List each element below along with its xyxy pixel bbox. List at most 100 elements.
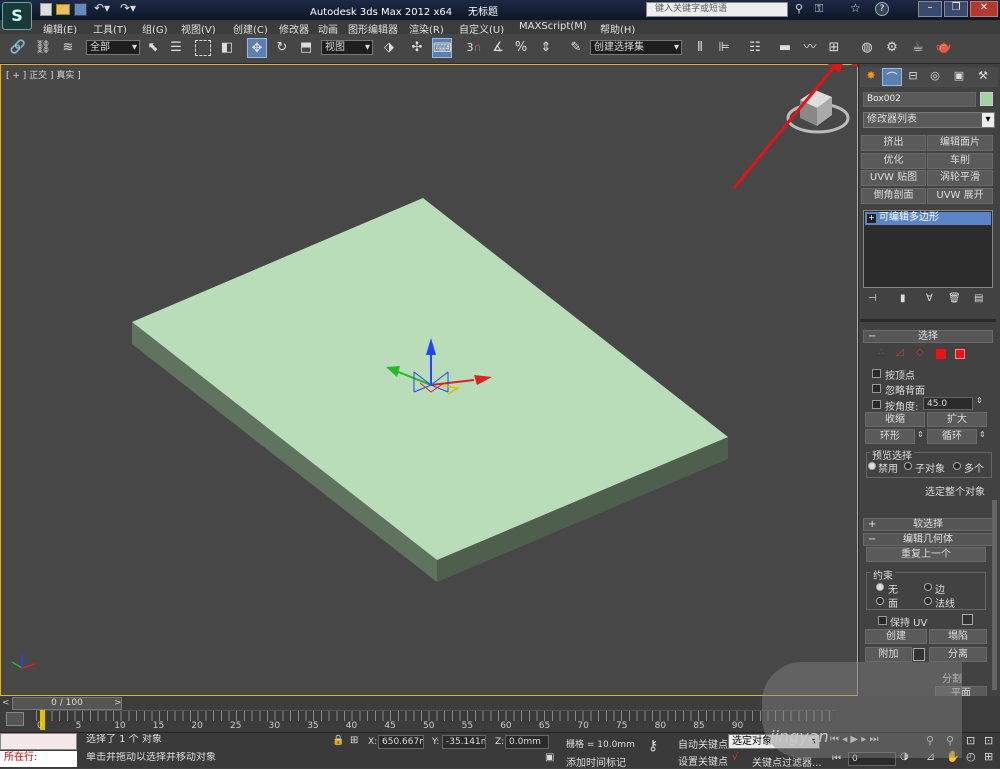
remove-modifier-icon[interactable]: 🗑 — [948, 293, 961, 304]
modifier-stack[interactable]: + 可编辑多边形 — [863, 210, 993, 288]
unlink-icon[interactable]: ⛓ — [33, 38, 53, 58]
vertex-mode-icon[interactable]: ∴ — [878, 347, 884, 358]
rect-selection-icon[interactable] — [193, 38, 213, 58]
attach-settings-icon[interactable] — [913, 648, 925, 661]
named-selection-dropdown[interactable]: 创建选择集 ▾ — [590, 40, 682, 55]
pivot-center-icon[interactable]: ⬗ — [379, 38, 399, 58]
keep-uv-settings-icon[interactable] — [962, 614, 973, 625]
y-coord-field[interactable]: -35.141mn — [442, 735, 486, 749]
align-icon[interactable]: ⊫ — [714, 38, 734, 58]
search-input[interactable]: 键入关键字或短语 — [655, 4, 727, 14]
keyboard-shortcut-icon[interactable]: ⌨ — [432, 38, 452, 58]
pin-stack-icon[interactable]: ⊣ — [868, 293, 877, 304]
mini-curve-icon[interactable] — [6, 712, 24, 726]
hierarchy-tab-icon[interactable]: ⊟ — [904, 69, 922, 85]
app-logo-icon[interactable]: S — [2, 2, 32, 30]
preview-subobj-radio[interactable] — [904, 462, 912, 470]
render-production-icon[interactable]: 🫖 — [934, 38, 954, 58]
x-coord-field[interactable]: 650.667mr — [378, 735, 424, 749]
ring-button[interactable]: 环形 — [865, 429, 915, 444]
loop-spinner-icon[interactable]: ⇕ — [979, 430, 986, 439]
modify-tab-icon[interactable]: ⌒ — [882, 68, 902, 86]
optimize-button[interactable]: 优化 — [861, 153, 926, 169]
loop-button[interactable]: 循环 — [927, 429, 977, 444]
element-mode-icon[interactable] — [955, 349, 965, 359]
key-filter-icon[interactable]: √ — [732, 752, 738, 763]
object-name-field[interactable]: Box002 — [863, 92, 976, 107]
snaps-toggle-icon[interactable]: 3∩ — [462, 38, 486, 58]
new-file-icon[interactable] — [40, 3, 52, 16]
curve-editor-icon[interactable]: 〰 — [800, 38, 820, 58]
maximize-viewport-icon[interactable]: ⊞ — [984, 750, 993, 763]
time-slider-next[interactable]: > — [114, 698, 122, 708]
display-tab-icon[interactable]: ▣ — [950, 69, 968, 85]
constraint-normal-radio[interactable] — [924, 597, 932, 605]
material-editor-icon[interactable]: ◍ — [857, 38, 877, 58]
render-setup-icon[interactable]: ⚙ — [882, 38, 902, 58]
undo-icon[interactable]: ↶▾ — [94, 1, 110, 15]
maxscript-mini[interactable]: 所在行: — [0, 751, 77, 767]
save-file-icon[interactable] — [74, 3, 87, 16]
border-mode-icon[interactable]: ◇ — [916, 347, 924, 358]
trackbar[interactable] — [36, 710, 836, 721]
z-coord-field[interactable]: 0.0mm — [505, 735, 549, 749]
shrink-button[interactable]: 收缩 — [865, 412, 925, 427]
attach-button[interactable]: 附加 — [865, 647, 912, 662]
rendered-frame-icon[interactable]: ☕ — [908, 38, 928, 58]
uvw-map-button[interactable]: UVW 贴图 — [861, 170, 926, 186]
absolute-mode-icon[interactable]: ⊞ — [350, 735, 358, 746]
open-file-icon[interactable] — [56, 4, 70, 15]
window-crossing-icon[interactable]: ◧ — [217, 38, 237, 58]
preview-multi-radio[interactable] — [953, 462, 961, 470]
scale-icon[interactable]: ⬒ — [296, 38, 316, 58]
schematic-view-icon[interactable]: ⊞ — [824, 38, 844, 58]
graphite-ribbon-icon[interactable]: ▬ — [775, 38, 795, 58]
zoom-extents-icon[interactable]: ⊡ — [966, 734, 975, 747]
set-key-icon[interactable]: ⚷ — [648, 738, 658, 754]
modifier-list-dropdown[interactable]: 修改器列表 ▾ — [863, 112, 995, 128]
minimize-button[interactable]: – — [918, 1, 942, 17]
constraint-edge-radio[interactable] — [924, 583, 932, 591]
set-key-button[interactable]: 设置关键点 — [678, 753, 728, 768]
bind-space-warp-icon[interactable]: ≋ — [58, 38, 78, 58]
utilities-tab-icon[interactable]: ⚒ — [974, 69, 992, 85]
unwrap-uvw-button[interactable]: UVW 展开 — [927, 188, 993, 204]
by-vertex-checkbox[interactable] — [872, 369, 881, 378]
move-icon[interactable]: ✥ — [247, 38, 267, 58]
make-unique-icon[interactable]: ∀ — [926, 293, 933, 304]
layer-manager-icon[interactable]: ☷ — [745, 38, 765, 58]
keep-uv-checkbox[interactable] — [878, 616, 887, 625]
constraint-none-radio[interactable] — [876, 583, 884, 591]
mirror-icon[interactable]: ⫴ — [690, 38, 710, 58]
percent-snap-icon[interactable]: % — [511, 38, 531, 58]
expand-icon[interactable]: + — [867, 214, 876, 223]
show-end-result-icon[interactable]: ▮ — [900, 293, 906, 304]
by-angle-checkbox[interactable] — [872, 400, 881, 409]
restore-button[interactable]: ❐ — [944, 1, 968, 17]
panel-scrollbar[interactable] — [992, 500, 997, 690]
edge-mode-icon[interactable]: ◿ — [896, 347, 904, 358]
grow-button[interactable]: 扩大 — [927, 412, 987, 427]
selection-filter-dropdown[interactable]: 全部 ▾ — [86, 40, 140, 55]
detach-button[interactable]: 分离 — [929, 647, 987, 662]
edit-patch-button[interactable]: 编辑面片 — [927, 135, 993, 151]
ignore-backface-checkbox[interactable] — [872, 384, 881, 393]
time-slider[interactable]: 0 / 100 — [12, 697, 122, 710]
add-time-tag-label[interactable]: 添加时间标记 — [566, 754, 626, 769]
star-icon[interactable]: ☆ — [850, 1, 861, 15]
rotate-icon[interactable]: ↻ — [272, 38, 292, 58]
collapse-button[interactable]: 塌陷 — [929, 629, 987, 644]
maxscript-listener[interactable] — [0, 733, 77, 750]
close-button[interactable]: ✕ — [970, 1, 998, 17]
bevel-profile-button[interactable]: 倒角剖面 — [861, 188, 926, 204]
edit-named-selection-icon[interactable]: ✎ — [566, 38, 586, 58]
time-tag-icon[interactable]: ▣ — [545, 752, 554, 763]
link-icon[interactable]: 🔗 — [8, 38, 28, 58]
lathe-button[interactable]: 车削 — [927, 153, 993, 169]
turbosmooth-button[interactable]: 涡轮平滑 — [927, 170, 993, 186]
stack-item-editable-poly[interactable]: + 可编辑多边形 — [865, 212, 991, 225]
angle-snap-icon[interactable]: ∡ — [488, 38, 508, 58]
create-tab-icon[interactable]: ✸ — [862, 69, 880, 85]
binoculars-icon[interactable]: ⚲ — [795, 2, 803, 15]
polygon-mode-icon[interactable] — [936, 349, 946, 359]
